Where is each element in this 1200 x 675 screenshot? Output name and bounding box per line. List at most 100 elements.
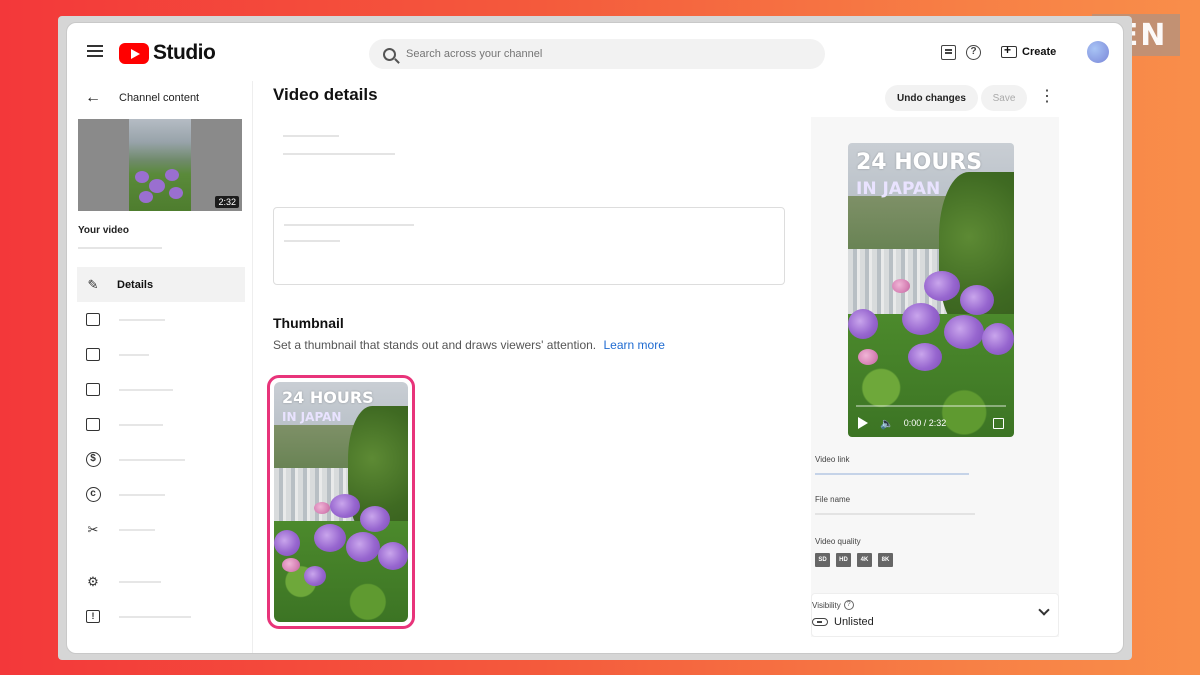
- save-button[interactable]: Save: [981, 85, 1027, 111]
- avatar[interactable]: [1087, 41, 1109, 63]
- sidebar-item-monetization[interactable]: $: [77, 442, 245, 477]
- video-title-placeholder: [78, 247, 162, 249]
- sidebar-item-details[interactable]: ✎ Details: [77, 267, 245, 302]
- sidebar-item-clips[interactable]: ✂: [77, 512, 245, 547]
- feedback-icon: !: [85, 609, 101, 625]
- comments-icon: [85, 382, 101, 398]
- back-label: Channel content: [119, 92, 200, 104]
- undo-changes-button[interactable]: Undo changes: [885, 85, 978, 111]
- create-button[interactable]: Create: [1001, 41, 1056, 63]
- description-field[interactable]: [273, 207, 785, 285]
- sidebar-item-editor[interactable]: [77, 337, 245, 372]
- visibility-label: Visibility: [812, 600, 841, 610]
- sidebar-item-subtitles[interactable]: [77, 407, 245, 442]
- studio-logo[interactable]: Studio: [119, 41, 216, 65]
- nav-label-placeholder: [119, 423, 163, 426]
- playback-progress-bar[interactable]: [856, 405, 1006, 407]
- quality-badge-sd: SD: [815, 553, 830, 567]
- sidebar-item-label: Details: [117, 278, 154, 291]
- video-quality-label: Video quality: [815, 537, 861, 546]
- field-label-placeholder: [283, 135, 339, 137]
- sidebar-item-copyright[interactable]: c: [77, 477, 245, 512]
- play-icon[interactable]: [858, 417, 868, 429]
- fullscreen-icon[interactable]: [993, 418, 1004, 429]
- arrow-left-icon: ←: [85, 89, 101, 106]
- your-video-label: Your video: [78, 225, 129, 236]
- sidebar-nav: ✎ Details $ c ✂ ⚙ !: [77, 267, 245, 634]
- nav-label-placeholder: [119, 493, 165, 496]
- volume-icon[interactable]: 🔈: [880, 417, 894, 430]
- thumbnail-overlay-subtitle: IN JAPAN: [282, 410, 342, 424]
- video-thumbnail[interactable]: 2:32: [78, 119, 242, 211]
- page-title: Video details: [273, 85, 378, 104]
- field-label-placeholder: [284, 224, 414, 226]
- message-icon[interactable]: [941, 45, 956, 60]
- nav-label-placeholder: [119, 580, 161, 583]
- help-icon[interactable]: ?: [966, 45, 981, 60]
- selected-thumbnail[interactable]: 24 HOURS IN JAPAN: [267, 375, 415, 629]
- sidebar: ← Channel content 2:32 Your video ✎ Deta…: [67, 81, 253, 653]
- nav-label-placeholder: [119, 528, 155, 531]
- thumbnail-overlay-title: 24 HOURS: [282, 388, 374, 407]
- video-link-label: Video link: [815, 455, 850, 464]
- video-thumbnail-image: [129, 119, 191, 211]
- thumbnail-section-description: Set a thumbnail that stands out and draw…: [273, 338, 665, 352]
- player-controls: 🔈 0:00 / 2:32: [848, 409, 1014, 437]
- settings-icon: ⚙: [87, 573, 99, 589]
- preview-overlay-title: 24 HOURS: [856, 150, 983, 175]
- visibility-value-row: Unlisted: [812, 616, 874, 628]
- thumbnail-image: 24 HOURS IN JAPAN: [274, 382, 408, 622]
- subtitles-icon: [85, 417, 101, 433]
- visibility-label-row: Visibility ?: [812, 600, 854, 610]
- back-to-channel-content[interactable]: ← Channel content: [85, 89, 199, 107]
- scissors-icon: ✂: [87, 521, 99, 537]
- video-preview[interactable]: 24 HOURS IN JAPAN 🔈 0:00 / 2:32: [848, 143, 1014, 437]
- quality-badge-8k: 8K: [878, 553, 893, 567]
- editor-icon: [85, 347, 101, 363]
- search-bar[interactable]: [369, 39, 825, 69]
- video-quality-badges: SD HD 4K 8K: [815, 553, 899, 567]
- more-options-icon[interactable]: ⋮: [1039, 87, 1055, 109]
- create-label: Create: [1022, 46, 1057, 58]
- learn-more-link[interactable]: Learn more: [604, 338, 665, 352]
- sidebar-item-settings[interactable]: ⚙: [77, 564, 245, 599]
- field-value-placeholder: [283, 153, 395, 155]
- sidebar-item-feedback[interactable]: !: [77, 599, 245, 634]
- copyright-icon: c: [85, 487, 101, 503]
- thumbnail-description-text: Set a thumbnail that stands out and draw…: [273, 338, 597, 352]
- nav-label-placeholder: [119, 318, 165, 321]
- monetization-icon: $: [85, 452, 101, 468]
- menu-icon[interactable]: [87, 45, 103, 57]
- field-value-placeholder: [284, 240, 340, 242]
- chevron-down-icon: [1038, 604, 1050, 616]
- nav-label-placeholder: [119, 388, 173, 391]
- visibility-dropdown[interactable]: Visibility ? Unlisted: [811, 593, 1059, 637]
- quality-badge-hd: HD: [836, 553, 851, 567]
- time-readout: 0:00 / 2:32: [903, 418, 947, 428]
- sidebar-item-analytics[interactable]: [77, 302, 245, 337]
- sidebar-item-comments[interactable]: [77, 372, 245, 407]
- video-preview-image: 24 HOURS IN JAPAN: [848, 143, 1014, 437]
- nav-label-placeholder: [119, 353, 149, 356]
- search-icon: [383, 47, 396, 61]
- quality-badge-4k: 4K: [857, 553, 872, 567]
- search-input[interactable]: [406, 48, 786, 60]
- preview-overlay-subtitle: IN JAPAN: [856, 179, 941, 199]
- logo-text: Studio: [153, 41, 216, 64]
- link-icon: [812, 618, 828, 626]
- youtube-play-icon: [119, 42, 149, 64]
- help-icon[interactable]: ?: [843, 600, 854, 610]
- analytics-icon: [85, 312, 101, 328]
- file-name-value: [815, 513, 975, 515]
- pencil-icon: ✎: [87, 276, 99, 292]
- create-video-icon: [1001, 43, 1017, 58]
- visibility-value: Unlisted: [834, 616, 874, 628]
- studio-window: Studio ? Create ← Channel content: [66, 22, 1124, 654]
- file-name-label: File name: [815, 495, 851, 504]
- video-duration: 2:32: [215, 196, 239, 208]
- nav-label-placeholder: [119, 458, 185, 461]
- nav-label-placeholder: [119, 615, 191, 618]
- thumbnail-section-title: Thumbnail: [273, 315, 344, 331]
- video-link-value[interactable]: [815, 473, 969, 475]
- top-bar: Studio ? Create: [67, 23, 1123, 81]
